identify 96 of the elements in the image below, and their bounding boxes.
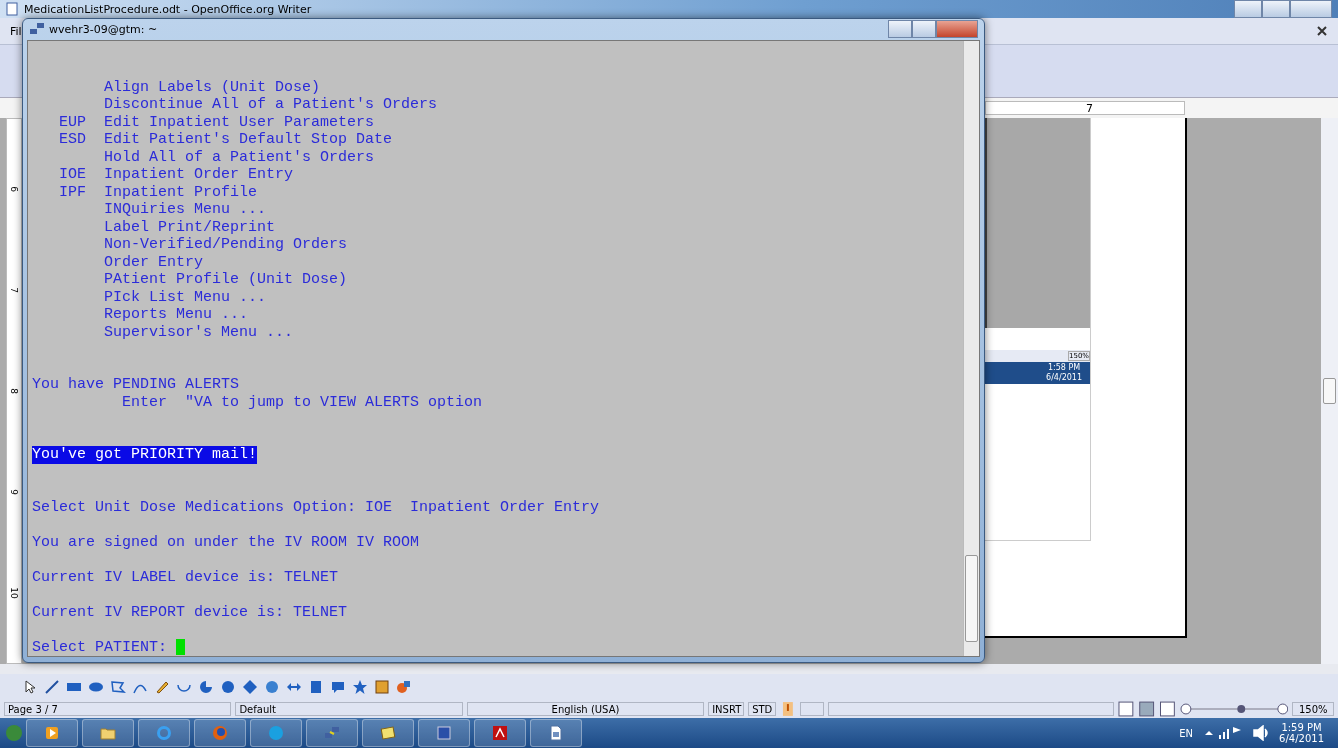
menu-option: Inpatient Profile [104, 183, 258, 201]
star-icon [352, 679, 368, 695]
folder-icon [100, 725, 116, 741]
menu-option: Label Print/Reprint [104, 218, 276, 236]
text-cursor [176, 639, 186, 656]
terminal-line: You are signed on under the IV ROOM IV ROOM [32, 533, 420, 551]
taskbar-button[interactable] [250, 719, 302, 747]
start-orb-icon [6, 725, 22, 741]
menu-option: Reports Menu ... [104, 306, 249, 324]
menu-option: Inpatient Order Entry [104, 166, 294, 184]
pointer-icon [22, 679, 38, 695]
picture-frame-icon [374, 679, 390, 695]
terminal-line: Select Unit Dose Medications Option: IOE Inpatient Order Entry [32, 498, 600, 516]
menu-option: Order Entry [104, 253, 204, 271]
menu-option: INQuiries Menu ... [104, 201, 267, 219]
language-indicator: English (USA) [466, 702, 705, 716]
ruler-number: 10 [9, 586, 19, 599]
taskbar-button[interactable] [474, 719, 526, 747]
zoom-level[interactable]: 150% [1292, 702, 1334, 716]
taskbar-button[interactable] [362, 719, 414, 747]
terminal-line: Current IV LABEL device is: TELNET [32, 568, 339, 586]
shapes-icon [396, 679, 412, 695]
speaker-icon [1253, 725, 1270, 741]
menu-option: Non-Verified/Pending Orders [104, 236, 348, 254]
notepad-icon [380, 725, 396, 741]
ruler-number: 9 [9, 488, 19, 495]
clock-date: 6/4/2011 [1046, 373, 1082, 383]
alert-message: You have PENDING ALERTS [32, 376, 240, 394]
option-code: EUP [59, 113, 87, 131]
taskbar-button[interactable] [138, 719, 190, 747]
vertical-scrollbar[interactable] [1321, 118, 1338, 664]
globe-icon [212, 725, 228, 741]
close-button[interactable] [1290, 0, 1332, 18]
taskbar-button[interactable] [26, 719, 78, 747]
menu-option: Edit Patient's Default Stop Date [104, 131, 393, 149]
selection-mode[interactable]: STD [748, 702, 777, 716]
menu-option: PIck List Menu ... [104, 288, 267, 306]
menu-option: Supervisor's Menu ... [104, 323, 294, 341]
scroll-thumb[interactable] [965, 555, 978, 642]
minimize-button[interactable] [1234, 0, 1262, 18]
document-icon [436, 725, 452, 741]
pencil-icon [154, 679, 170, 695]
minimize-button[interactable] [888, 20, 912, 39]
insert-mode[interactable]: INSRT [708, 702, 745, 716]
speech-bubble-icon [330, 679, 346, 695]
status-field [799, 702, 824, 716]
alert-hint: Enter "VA to jump to VIEW ALERTS option [122, 393, 483, 411]
ruler-number: 6 [9, 186, 19, 193]
play-icon [44, 725, 60, 741]
pdf-icon [492, 725, 508, 741]
option-code: IPF [59, 183, 87, 201]
taskbar-button[interactable] [530, 719, 582, 747]
menu-option: Hold All of a Patient's Orders [104, 148, 375, 166]
close-button[interactable] [936, 20, 978, 39]
ring-icon [156, 725, 172, 741]
page-view-icon [1118, 701, 1176, 717]
pie-icon [198, 679, 214, 695]
taskbar-button[interactable] [194, 719, 246, 747]
page-indicator: Page 3 / 7 [4, 702, 232, 716]
restore-button[interactable] [1262, 0, 1290, 18]
taskbar-button[interactable] [306, 719, 358, 747]
ruler-number: 7 [1086, 101, 1093, 115]
diamond-icon [242, 679, 258, 695]
menu-option: Edit Inpatient User Parameters [104, 113, 375, 131]
circle-icon [220, 679, 236, 695]
warning-icon [780, 701, 796, 717]
line-icon [44, 679, 60, 695]
language-indicator[interactable]: EN [1179, 727, 1194, 739]
ruler-number: 7 [9, 287, 19, 294]
option-code: IOE [59, 166, 87, 184]
document-icon [4, 1, 20, 17]
text-document-icon [548, 725, 564, 741]
terminal-scrollbar[interactable] [963, 40, 979, 656]
menu-option: PAtient Profile (Unit Dose) [104, 271, 348, 289]
clock-time: 1:59 PM [1281, 722, 1322, 733]
mail-notice: You've got PRIORITY mail! [32, 446, 258, 464]
menu-item[interactable]: Fil [10, 24, 22, 38]
taskbar-button[interactable] [418, 719, 470, 747]
maximize-button[interactable] [912, 20, 936, 39]
ruler-number: 8 [9, 388, 19, 394]
zoom-slider-icon [1179, 701, 1289, 717]
window-title: MedicationListProcedure.odt - OpenOffice.org Writer [24, 2, 312, 16]
polygon-icon [110, 679, 126, 695]
patient-prompt: Select PATIENT: [32, 638, 169, 656]
network-computers-icon [324, 725, 340, 741]
clock-date: 6/4/2011 [1279, 733, 1324, 744]
window-title: wvehr3-09@gtm: ~ [49, 22, 158, 36]
taskbar-button[interactable] [82, 719, 134, 747]
menu-option: Discontinue All of a Patient's Orders [104, 96, 438, 114]
clock-time: 1:58 PM [1047, 363, 1081, 373]
horizontal-scrollbar[interactable] [0, 664, 1338, 674]
scroll-thumb[interactable] [1323, 378, 1336, 404]
menu-option: Align Labels (Unit Dose) [104, 78, 321, 96]
terminal-line: Current IV REPORT device is: TELNET [32, 603, 348, 621]
option-code: ESD [59, 131, 87, 149]
page-style: Default [235, 702, 463, 716]
